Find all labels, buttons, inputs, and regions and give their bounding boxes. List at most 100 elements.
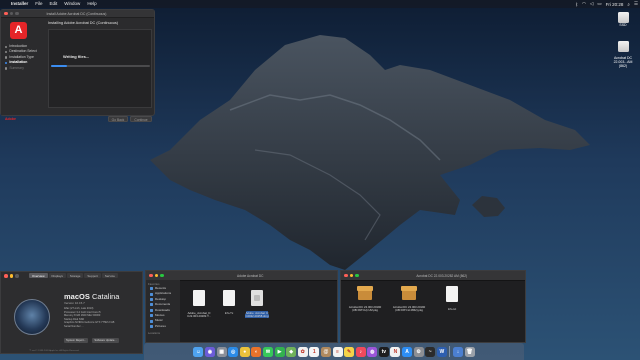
bluetooth-icon[interactable]: ᛒ (573, 2, 580, 7)
menu-help[interactable]: Help (84, 0, 100, 8)
minimize-icon[interactable] (349, 273, 353, 278)
word-icon[interactable]: W (436, 346, 447, 357)
step-dot-icon (5, 50, 8, 54)
adobe-acrobat-icon: A (10, 22, 27, 39)
pictures-icon (150, 325, 153, 329)
os-name: macOS Catalina (64, 292, 120, 301)
volume-icon[interactable]: ◁ (588, 1, 595, 7)
documents-icon (150, 303, 153, 307)
desktop-drive-acrobat[interactable]: Acrobat DC 22.003...AM (862) (610, 37, 636, 72)
internal-drive-icon (617, 12, 629, 23)
spec-serial: Serial Number ... (64, 324, 84, 328)
dock-separator (449, 346, 451, 357)
install-progress-fill (51, 65, 67, 67)
contacts-icon[interactable]: @ (320, 346, 331, 357)
tab-service[interactable]: Service (101, 273, 118, 278)
minimize-icon[interactable] (154, 273, 158, 278)
zoom-icon (15, 11, 19, 16)
activity-monitor-icon[interactable]: ~ (425, 346, 436, 357)
os-version: Version 10.15.7 (64, 301, 85, 305)
system-report-button[interactable]: System Report... (64, 338, 88, 343)
dock: ☺ ◉ ▦ ◎ ● ◐ ✉ ▶ ◆ ✿ 1 @ ≡ ✎ ♪ ◍ tv N A ⚙ ~ W ↓ 🗑 (144, 343, 524, 360)
file-item[interactable]: Acrobat DC 22.003.20190 (UB PATCH) UM.pk… (345, 283, 385, 313)
step-dot-icon (5, 56, 8, 59)
app-store-icon[interactable]: A (402, 346, 413, 357)
install-status-text: Writing files... (63, 54, 90, 59)
zoom-icon[interactable] (355, 273, 359, 278)
menu-file[interactable]: File (32, 0, 46, 8)
menu-app-name[interactable]: Installer (8, 0, 32, 8)
tab-displays[interactable]: Displays (48, 273, 66, 278)
file-item[interactable]: Info.Tx (214, 287, 244, 315)
text-file-icon (223, 290, 235, 307)
maps-icon[interactable]: ◆ (286, 346, 297, 357)
music-icon[interactable]: ♪ (355, 346, 366, 357)
file-name: Acrobat DC 22.003.20190 (UB PATCH 2862).… (392, 304, 426, 313)
file-name: Acrobat DC 22.003.20190 (UB PATCH) UM.pk… (348, 304, 382, 313)
document-icon (193, 290, 205, 307)
launchpad-icon[interactable]: ▦ (216, 346, 227, 357)
finder-title: Adobe Acrobat DC (237, 273, 264, 278)
tab-support[interactable]: Support (84, 273, 101, 278)
reminders-icon[interactable]: ≡ (332, 346, 343, 357)
trash-icon[interactable]: 🗑 (464, 346, 475, 357)
zoom-icon (15, 274, 19, 278)
file-name: Adobe_Acrobat_D C2022.20258.dmg (245, 310, 269, 319)
desktop-drive-ssd[interactable]: SSD (610, 12, 636, 27)
podcasts-icon[interactable]: ◍ (367, 346, 378, 357)
finder-title: Acrobat DC 22.003.20282 AM (862) (416, 273, 468, 278)
wifi-icon[interactable]: ◠ (580, 1, 588, 7)
file-item[interactable]: Info.txt (437, 283, 467, 311)
clock-icon (150, 287, 153, 291)
finder-window-downloads: Adobe Acrobat DC Favorites Recents Appli… (145, 270, 338, 343)
drive-label: SSD (619, 23, 627, 27)
menu-edit[interactable]: Edit (46, 0, 61, 8)
close-icon[interactable] (4, 274, 8, 278)
software-update-button[interactable]: Software Update... (92, 338, 119, 343)
about-tabs: Overview Displays Storage Support Servic… (29, 273, 118, 278)
input-flag-icon[interactable]: ▭ (595, 1, 603, 7)
notes-icon[interactable]: ✎ (344, 346, 355, 357)
removable-drive-icon (617, 41, 629, 52)
system-preferences-icon[interactable]: ⚙ (413, 346, 424, 357)
text-file-icon (446, 286, 458, 303)
downloads-stack-icon[interactable]: ↓ (453, 346, 464, 357)
installer-steps: Introduction Destination Select Installa… (5, 44, 37, 71)
tab-overview[interactable]: Overview (29, 273, 48, 278)
tab-storage[interactable]: Storage (66, 273, 84, 278)
finder-icon[interactable]: ☺ (193, 346, 204, 357)
go-back-button[interactable]: Go Back (108, 116, 128, 122)
safari-icon[interactable]: ◎ (228, 346, 239, 357)
disk-image-icon (251, 290, 263, 307)
menu-window[interactable]: Window (61, 0, 84, 8)
messages-icon[interactable]: ✉ (262, 346, 273, 357)
clock[interactable]: Fri 20:28 (604, 2, 626, 7)
close-icon[interactable] (149, 273, 153, 278)
file-item-selected[interactable]: Adobe_Acrobat_D C2022.20258.dmg (242, 287, 272, 319)
installer-heading: Installing Adobe Acrobat DC (Continuous) (48, 21, 119, 25)
file-item[interactable]: Adobe_Acrobat_D C22.003.20282.T... (184, 287, 214, 319)
photos-icon[interactable]: ✿ (297, 346, 308, 357)
finder-window-acrobat-volume: Acrobat DC 22.003.20282 AM (862) Acrobat… (340, 270, 526, 343)
close-icon[interactable] (344, 273, 348, 278)
news-icon[interactable]: N (390, 346, 401, 357)
close-icon[interactable] (4, 11, 8, 16)
copyright-text: ™ and © 1983-2020 Apple Inc. All Rights … (29, 350, 80, 352)
finder-toolbar[interactable]: Acrobat DC 22.003.20282 AM (862) (341, 271, 525, 281)
siri-icon[interactable]: ◉ (204, 346, 215, 357)
continue-button[interactable]: Continue (130, 116, 152, 122)
minimize-icon[interactable] (9, 274, 13, 278)
desktop-icon (150, 298, 153, 302)
facetime-icon[interactable]: ▶ (274, 346, 285, 357)
installer-titlebar[interactable]: Install Adobe Acrobat DC (Continuous) (1, 10, 154, 18)
package-icon (401, 286, 417, 301)
zoom-icon[interactable] (160, 273, 164, 278)
chrome-icon[interactable]: ● (239, 346, 250, 357)
notification-center-icon[interactable]: ☰ (632, 1, 640, 7)
file-item[interactable]: Acrobat DC 22.003.20190 (UB PATCH 2862).… (389, 283, 429, 313)
installer-panel: Writing files... (48, 29, 152, 108)
tv-icon[interactable]: tv (378, 346, 389, 357)
calendar-icon[interactable]: 1 (309, 346, 320, 357)
firefox-icon[interactable]: ◐ (251, 346, 262, 357)
music-icon (150, 319, 153, 323)
